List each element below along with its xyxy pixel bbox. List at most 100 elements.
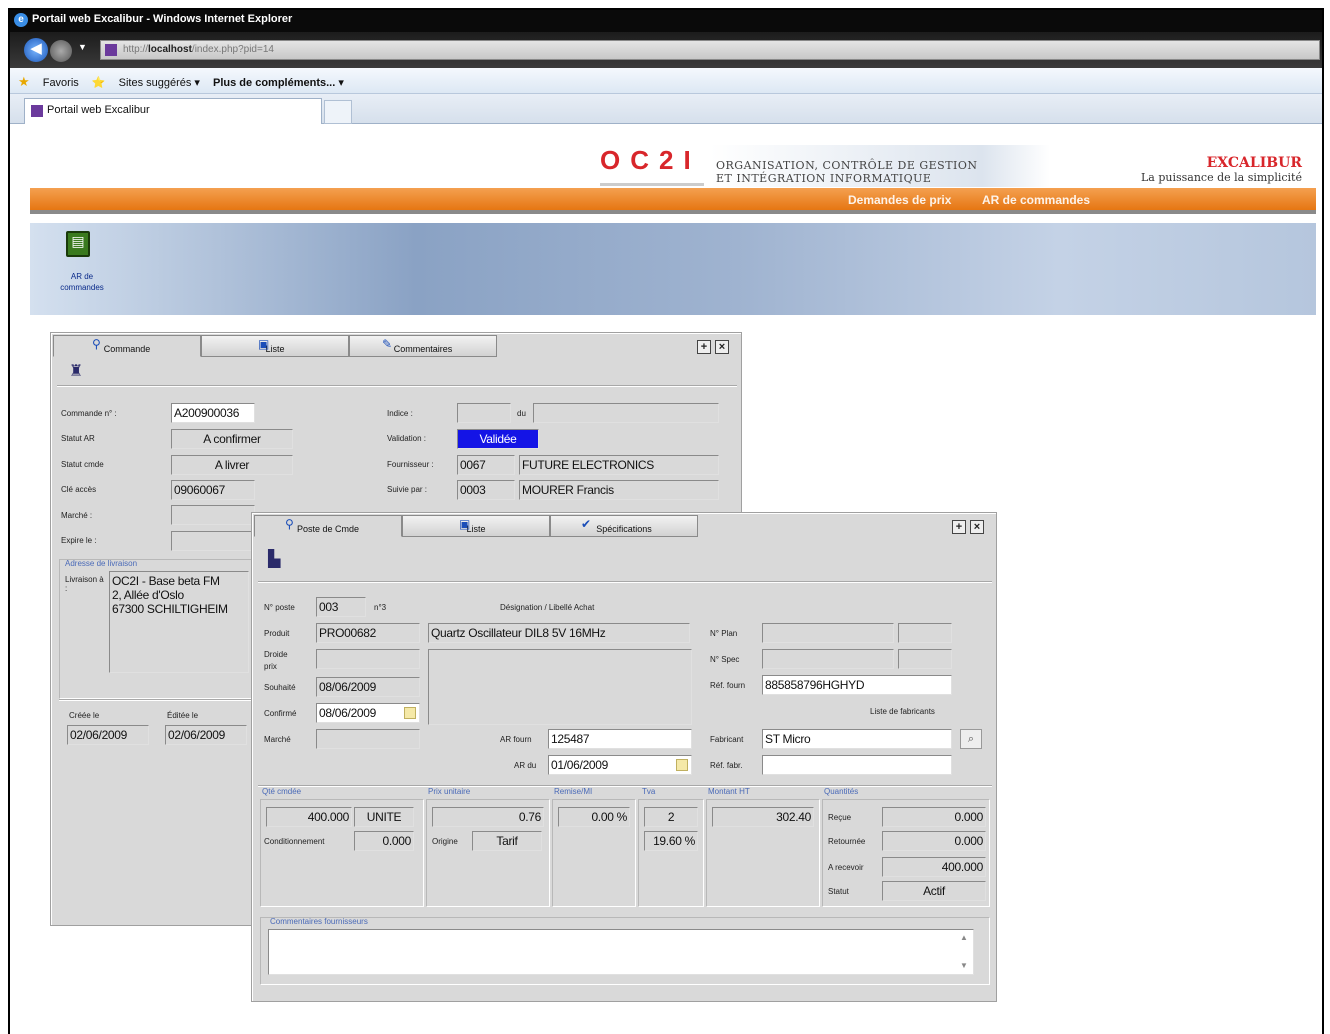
separator bbox=[258, 785, 992, 787]
history-dropdown-icon[interactable]: ▼ bbox=[78, 42, 87, 52]
tab-liste-postes[interactable]: ▣ Liste bbox=[402, 515, 550, 537]
label-plan: N° Plan bbox=[710, 629, 738, 638]
tab-label: Poste de Cmde bbox=[296, 524, 360, 534]
address-line-2: 2, Allée d'Oslo bbox=[112, 588, 184, 602]
expires-field bbox=[171, 531, 255, 551]
tab-favicon-icon bbox=[31, 105, 43, 117]
validation-field[interactable]: Validée bbox=[457, 429, 539, 449]
forward-button[interactable] bbox=[50, 40, 72, 62]
plan-index-field bbox=[898, 623, 952, 643]
org-line-1: ORGANISATION, CONTRÔLE DE GESTION bbox=[716, 159, 978, 172]
logo-underline bbox=[600, 183, 704, 186]
order-tab-icon: ⚲ bbox=[92, 337, 101, 351]
ar-status-field: A confirmer bbox=[171, 429, 293, 449]
new-tab-button[interactable] bbox=[324, 100, 352, 124]
label-vat: Tva bbox=[642, 787, 656, 796]
close-icon[interactable]: × bbox=[970, 520, 984, 534]
ar-date-field[interactable]: 01/06/2009 bbox=[548, 755, 692, 775]
supplier-ref-field[interactable]: 885858796HGHYD bbox=[762, 675, 952, 695]
label-line-no: N° poste bbox=[264, 603, 295, 612]
window-title: Portail web Excalibur - Windows Internet… bbox=[32, 13, 293, 25]
access-key-field: 09060067 bbox=[171, 480, 255, 500]
label-line-of: n°3 bbox=[374, 603, 387, 612]
oc2i-logo: OC2I bbox=[600, 145, 720, 186]
maximize-icon[interactable]: + bbox=[697, 340, 711, 354]
close-icon[interactable]: × bbox=[715, 340, 729, 354]
title-bar: e Portail web Excalibur - Windows Intern… bbox=[10, 10, 1322, 32]
brand-tagline: La puissance de la simplicité bbox=[1140, 171, 1302, 184]
maximize-icon[interactable]: + bbox=[952, 520, 966, 534]
scroll-down-icon[interactable]: ▼ bbox=[960, 961, 968, 970]
order-no-field[interactable]: A200900036 bbox=[171, 403, 255, 423]
back-button[interactable]: ◀ bbox=[24, 38, 48, 62]
index-field bbox=[457, 403, 511, 423]
tab-commentaires[interactable]: ✎ Commentaires bbox=[349, 335, 497, 357]
list-tab-icon: ▣ bbox=[258, 337, 270, 351]
vat-code-field: 2 bbox=[644, 807, 698, 827]
label-ar-status: Statut AR bbox=[61, 434, 95, 443]
hero-shortcut-label[interactable]: AR de commandes bbox=[52, 271, 112, 293]
received-field: 0.000 bbox=[882, 807, 986, 827]
price-order-field bbox=[316, 649, 420, 669]
address-line-1: OC2I - Base beta FM bbox=[112, 574, 220, 588]
confirmed-calendar-icon[interactable] bbox=[404, 707, 416, 719]
label-packaging: Conditionnement bbox=[264, 837, 325, 846]
url-host: localhost bbox=[148, 44, 192, 55]
favorites-star-icon[interactable]: ★ bbox=[18, 74, 30, 89]
save-icon[interactable]: ▙ bbox=[268, 549, 280, 569]
menu-price-requests[interactable]: Demandes de prix bbox=[848, 193, 951, 207]
tab-specifications[interactable]: ✔ Spécifications bbox=[550, 515, 698, 537]
address-field[interactable]: http://localhost/index.php?pid=14 bbox=[100, 40, 1320, 60]
manufacturers-list-link[interactable]: Liste de fabricants bbox=[870, 707, 935, 716]
market-field bbox=[171, 505, 255, 525]
ar-date-calendar-icon[interactable] bbox=[676, 759, 688, 771]
tab-commande[interactable]: ⚲ Commande bbox=[53, 335, 201, 357]
label-expires: Expire le : bbox=[61, 536, 97, 545]
label-amount: Montant HT bbox=[708, 787, 750, 796]
line-tabs: ⚲ Poste de Cmde ▣ Liste ✔ Spécifications + × bbox=[252, 513, 996, 537]
label-ar-supplier: AR fourn bbox=[500, 735, 532, 744]
ar-supplier-field[interactable]: 125487 bbox=[548, 729, 692, 749]
designation-details-field bbox=[428, 649, 692, 725]
logo-text: OC2I bbox=[600, 145, 701, 175]
label-supplier-ref: Réf. fourn bbox=[710, 681, 746, 690]
supplier-comments-textarea[interactable] bbox=[268, 929, 974, 975]
add-favorite-icon[interactable]: ⭐ bbox=[92, 77, 106, 89]
unit-price-field: 0.76 bbox=[432, 807, 544, 827]
manufacturer-field[interactable]: ST Micro bbox=[762, 729, 952, 749]
tab-liste[interactable]: ▣ Liste bbox=[201, 335, 349, 357]
scroll-up-icon[interactable]: ▲ bbox=[960, 933, 968, 942]
followed-code-field: 0003 bbox=[457, 480, 515, 500]
line-status-field: Actif bbox=[882, 881, 986, 901]
label-market: Marché : bbox=[61, 511, 93, 520]
label-edited: Éditée le bbox=[167, 711, 199, 720]
label-to-receive: A recevoir bbox=[828, 863, 864, 872]
address-line-3: 67300 SCHILTIGHEIM bbox=[112, 602, 228, 616]
menu-order-ack[interactable]: AR de commandes bbox=[982, 193, 1090, 207]
order-tabs: ⚲ Commande ▣ Liste ✎ Commentaires + × bbox=[51, 333, 741, 357]
order-ack-icon[interactable]: ▤ bbox=[66, 231, 90, 257]
line-tab-icon: ⚲ bbox=[285, 517, 294, 531]
site-favicon-icon bbox=[105, 44, 117, 56]
tab-poste-cmde[interactable]: ⚲ Poste de Cmde bbox=[254, 515, 402, 537]
manuf-ref-field[interactable] bbox=[762, 755, 952, 775]
browser-tab-active[interactable]: Portail web Excalibur bbox=[24, 98, 322, 124]
label-order-status: Statut cmde bbox=[61, 460, 104, 469]
label-du: du bbox=[517, 409, 526, 418]
label-quantities: Quantités bbox=[824, 787, 859, 796]
suggested-sites-link[interactable]: Sites suggérés ▾ bbox=[119, 77, 200, 89]
order-toolbar-icon[interactable]: ♜ bbox=[69, 361, 83, 381]
addons-link[interactable]: Plus de compléments... ▾ bbox=[213, 77, 344, 89]
index-date-field bbox=[533, 403, 719, 423]
search-manufacturer-icon[interactable]: ⌕ bbox=[960, 729, 982, 749]
favorites-button[interactable]: Favoris bbox=[43, 77, 79, 89]
to-receive-field: 400.000 bbox=[882, 857, 986, 877]
line-market-field bbox=[316, 729, 420, 749]
supplier-code-field: 0067 bbox=[457, 455, 515, 475]
list-tab-icon: ▣ bbox=[459, 517, 471, 531]
label-access-key: Clé accès bbox=[61, 485, 97, 494]
label-order-no: Commande n° : bbox=[61, 409, 117, 418]
followed-name-field: MOURER Francis bbox=[519, 480, 719, 500]
label-created: Créée le bbox=[69, 711, 100, 720]
plan-field bbox=[762, 623, 894, 643]
